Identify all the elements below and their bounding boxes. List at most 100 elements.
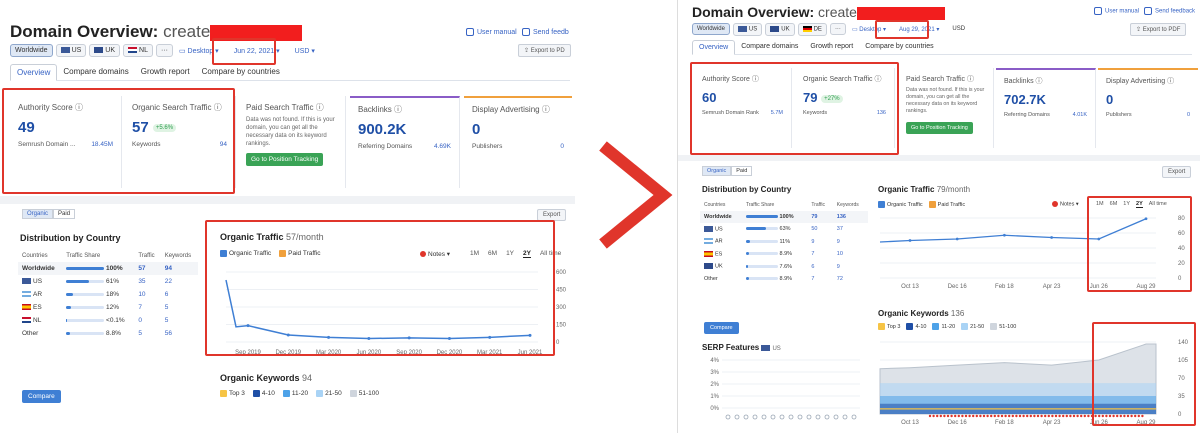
authority-score-card[interactable]: Authority Score ⓘ 60 Semrush Domain Rank… <box>694 68 792 148</box>
share-bar-fill <box>745 227 767 231</box>
ref-domains-label: Referring Domains <box>358 143 413 150</box>
tab-compare-countries[interactable]: Compare by countries <box>196 64 286 80</box>
display-ads-card[interactable]: Display Advertising ⓘ 0 Publishers 0 <box>1098 68 1198 148</box>
x-tick-label: Feb 18 <box>995 284 1014 290</box>
country-cell: ES <box>18 301 62 314</box>
db-more-button[interactable]: ··· <box>155 44 173 57</box>
country-row[interactable]: AR 18% 10 6 <box>18 288 198 301</box>
send-feedback-link[interactable]: Send feedb <box>522 28 569 36</box>
country-row[interactable]: Worldwide 100% 79 136 <box>700 211 868 223</box>
legend-11-20[interactable]: 11-20 <box>932 323 955 330</box>
currency-label[interactable]: USD <box>949 26 968 32</box>
range-1y[interactable]: 1Y <box>1123 201 1130 208</box>
legend-51-100[interactable]: 51-100 <box>349 390 379 397</box>
update-marker <box>1029 414 1032 418</box>
notes-dropdown[interactable]: Notes ▾ <box>1052 201 1079 207</box>
export-pdf-button[interactable]: ⇪ Export to PDF <box>1130 23 1187 36</box>
organic-traffic-card[interactable]: Organic Search Traffic ⓘ 79 +27% Keyword… <box>795 68 895 148</box>
tab-compare-domains[interactable]: Compare domains <box>735 40 804 54</box>
db-de[interactable]: DE <box>797 23 827 36</box>
redaction-block <box>210 24 303 41</box>
country-row[interactable]: ES 12% 7 5 <box>18 301 198 314</box>
authority-score-card[interactable]: Authority Score ⓘ 49 Semrush Domain ... 1… <box>10 96 122 188</box>
country-row[interactable]: UK 7.6% 6 9 <box>700 260 868 272</box>
user-manual-link[interactable]: User manual <box>466 28 517 36</box>
legend-paid[interactable]: Paid Traffic <box>279 250 321 257</box>
share-bar-fill <box>745 264 749 268</box>
legend-21-50[interactable]: 21-50 <box>316 390 342 397</box>
export-pdf-button[interactable]: ⇪ Export to PD <box>518 44 571 57</box>
update-marker <box>968 414 971 418</box>
position-tracking-button[interactable]: Go to Position Tracking <box>906 121 973 134</box>
legend-paid[interactable]: Paid Traffic <box>928 201 965 208</box>
compare-button[interactable]: Compare <box>22 390 61 403</box>
currency-select[interactable]: USD ▾ <box>292 47 318 55</box>
range-1m[interactable]: 1M <box>470 250 479 258</box>
user-manual-link[interactable]: User manual <box>1094 7 1139 15</box>
range-1y[interactable]: 1Y <box>506 250 514 258</box>
db-worldwide[interactable]: Worldwide <box>10 44 53 57</box>
paid-note: Data was not found. If this is your doma… <box>246 117 335 148</box>
send-feedback-link[interactable]: Send feedback <box>1144 7 1195 15</box>
db-nl[interactable]: NL <box>123 44 153 57</box>
toggle-organic[interactable]: Organic <box>22 209 54 219</box>
db-uk[interactable]: UK <box>765 23 795 36</box>
db-more-button[interactable]: ··· <box>829 23 846 36</box>
legend-top3[interactable]: Top 3 <box>220 390 245 397</box>
position-tracking-button[interactable]: Go to Position Tracking <box>246 153 324 167</box>
share-bar-fill <box>745 215 778 219</box>
notes-dropdown[interactable]: Notes ▾ <box>420 250 450 258</box>
export-button[interactable]: Export <box>1162 166 1192 178</box>
date-select[interactable]: Aug 29, 2021 ▾ <box>896 26 942 33</box>
legend-organic[interactable]: Organic Traffic <box>220 250 271 257</box>
country-row[interactable]: ES 8.9% 7 10 <box>700 248 868 260</box>
range-all[interactable]: All time <box>1149 201 1167 208</box>
country-row[interactable]: AR 11% 9 9 <box>700 235 868 247</box>
tab-compare-domains[interactable]: Compare domains <box>57 64 134 80</box>
db-us[interactable]: US <box>732 23 763 36</box>
date-select[interactable]: Jun 22, 2021 ▾ <box>231 47 283 55</box>
backlinks-card[interactable]: Backlinks ⓘ 900.2K Referring Domains 4.69… <box>350 96 460 188</box>
backlinks-card[interactable]: Backlinks ⓘ 702.7K Referring Domains 4.01… <box>996 68 1096 148</box>
update-marker <box>1098 414 1101 418</box>
range-2y[interactable]: 2Y <box>523 250 531 258</box>
country-row[interactable]: US 61% 35 22 <box>18 275 198 288</box>
range-1m[interactable]: 1M <box>1096 201 1104 208</box>
legend-top3[interactable]: Top 3 <box>878 323 900 330</box>
compare-button[interactable]: Compare <box>704 322 739 334</box>
device-select[interactable]: ▭ Desktop ▾ <box>849 26 889 33</box>
db-worldwide[interactable]: Worldwide <box>692 23 730 36</box>
db-uk[interactable]: UK <box>89 44 121 57</box>
legend-4-10[interactable]: 4-10 <box>252 390 275 397</box>
toggle-paid[interactable]: Paid <box>731 166 753 176</box>
tab-compare-countries[interactable]: Compare by countries <box>859 40 939 54</box>
range-6m[interactable]: 6M <box>1110 201 1118 208</box>
display-ads-card[interactable]: Display Advertising ⓘ 0 Publishers 0 <box>464 96 572 188</box>
toggle-paid[interactable]: Paid <box>53 209 76 219</box>
legend-4-10[interactable]: 4-10 <box>906 323 926 330</box>
range-all[interactable]: All time <box>540 250 561 258</box>
legend-21-50[interactable]: 21-50 <box>961 323 984 330</box>
legend-organic[interactable]: Organic Traffic <box>878 201 923 208</box>
export-button[interactable]: Export <box>537 209 567 221</box>
legend-11-20[interactable]: 11-20 <box>282 390 308 397</box>
tab-growth-report[interactable]: Growth report <box>804 40 859 54</box>
x-tick-label: Aug 29 <box>1136 420 1156 426</box>
legend-51-100[interactable]: 51-100 <box>990 323 1016 330</box>
country-row[interactable]: US 63% 50 37 <box>700 223 868 235</box>
range-6m[interactable]: 6M <box>488 250 497 258</box>
tab-overview[interactable]: Overview <box>692 40 736 55</box>
organic-value: 79 <box>803 90 818 105</box>
country-row[interactable]: NL <0.1% 0 5 <box>18 314 198 327</box>
megaphone-icon <box>522 28 530 36</box>
db-us[interactable]: US <box>55 44 87 57</box>
country-row[interactable]: Other 8.9% 7 72 <box>700 273 868 285</box>
toggle-organic[interactable]: Organic <box>702 166 732 176</box>
device-select[interactable]: ▭ Desktop ▾ <box>176 47 222 55</box>
tab-overview[interactable]: Overview <box>10 64 58 81</box>
organic-traffic-card[interactable]: Organic Search Traffic ⓘ 57 +5.6% Keywor… <box>124 96 236 188</box>
country-row[interactable]: Worldwide 100% 57 94 <box>18 262 198 275</box>
country-row[interactable]: Other 8.8% 5 56 <box>18 327 198 340</box>
tab-growth-report[interactable]: Growth report <box>135 64 196 80</box>
range-2y[interactable]: 2Y <box>1136 201 1143 208</box>
